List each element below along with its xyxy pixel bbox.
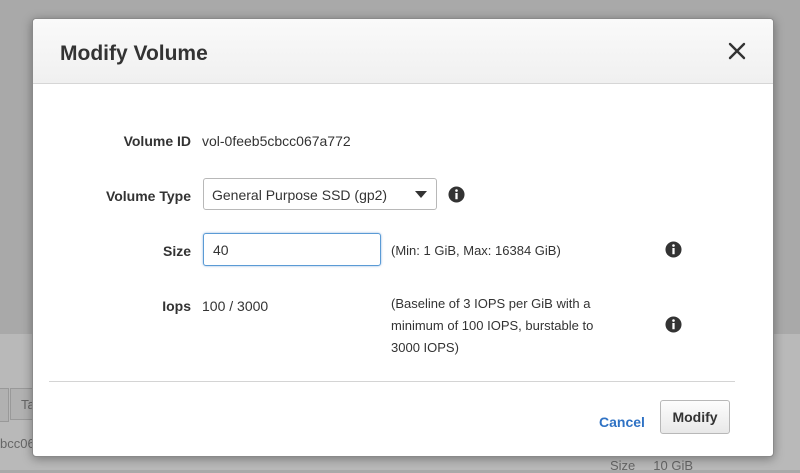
modify-button[interactable]: Modify [660,400,730,434]
background-size-value: 10 GiB [653,458,694,473]
close-button[interactable] [727,41,747,61]
info-icon[interactable] [665,316,682,333]
iops-hint-line: 3000 IOPS) [391,340,459,355]
background-size-detail: Size 10 GiB [610,458,693,473]
iops-hint-line: (Baseline of 3 IOPS per GiB with a [391,296,591,311]
background-text: bcc06 [0,436,35,451]
close-icon [728,42,746,60]
iops-hint-line: minimum of 100 IOPS, burstable to [391,318,594,333]
modify-volume-dialog: Modify Volume Volume ID vol-0feeb5cbcc06… [32,18,774,457]
volume-id-label: Volume ID [123,133,191,149]
chevron-down-icon [415,191,427,198]
background-size-label: Size [610,458,636,473]
cancel-button[interactable]: Cancel [599,414,645,430]
iops-value: 100 / 3000 [202,298,269,314]
size-label: Size [162,243,191,259]
dialog-header: Modify Volume [33,19,773,84]
dialog-title: Modify Volume [60,42,208,65]
volume-type-selected: General Purpose SSD (gp2) [212,187,388,203]
volume-type-label: Volume Type [105,188,191,204]
volume-type-select[interactable]: General Purpose SSD (gp2) [203,178,437,210]
iops-hint: (Baseline of 3 IOPS per GiB with a minim… [391,293,593,359]
footer-divider [49,381,735,382]
size-hint: (Min: 1 GiB, Max: 16384 GiB) [391,243,561,258]
size-input[interactable] [203,233,381,266]
info-icon[interactable] [448,186,465,203]
background-tab [0,388,9,422]
iops-label: Iops [162,298,191,314]
info-icon[interactable] [665,241,682,258]
volume-id-value: vol-0feeb5cbcc067a772 [202,133,351,149]
